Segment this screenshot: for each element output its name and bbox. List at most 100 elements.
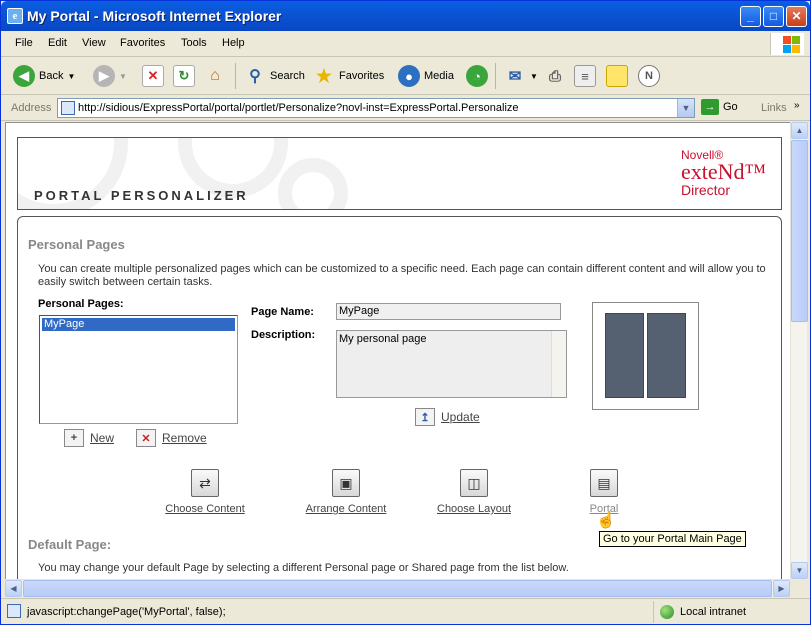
default-page-description: You may change your default Page by sele… bbox=[38, 562, 569, 574]
menu-edit[interactable]: Edit bbox=[48, 37, 67, 49]
favorites-button[interactable]: ★ Favorites bbox=[313, 62, 384, 90]
zone-label: Local intranet bbox=[680, 606, 747, 618]
description-label: Description: bbox=[251, 329, 316, 341]
page-name-input[interactable]: MyPage bbox=[336, 303, 561, 320]
windows-logo-icon bbox=[770, 33, 804, 55]
back-button[interactable]: ◀ Back ▼ bbox=[13, 62, 75, 90]
page-name-label: Page Name: bbox=[251, 306, 314, 318]
chevron-right-icon[interactable]: » bbox=[794, 100, 800, 111]
mail-icon: ✉ bbox=[508, 68, 522, 85]
print-icon: ⎙ bbox=[548, 67, 561, 85]
textarea-scrollbar[interactable] bbox=[551, 331, 566, 397]
print-button[interactable]: ⎙ bbox=[544, 62, 566, 90]
address-bar: Address http://sidious/ExpressPortal/por… bbox=[1, 95, 810, 121]
close-button[interactable]: ✕ bbox=[786, 6, 807, 27]
section-heading-default-page: Default Page: bbox=[28, 537, 112, 552]
page-icon bbox=[7, 604, 21, 618]
description-text: My personal page bbox=[339, 333, 427, 345]
new-button[interactable]: + New bbox=[64, 429, 114, 447]
page-icon bbox=[61, 101, 75, 115]
favorites-label: Favorites bbox=[339, 70, 385, 82]
choose-content-icon: ⇄ bbox=[191, 469, 219, 497]
choose-layout-label: Choose Layout bbox=[437, 503, 511, 515]
scroll-corner bbox=[790, 579, 807, 596]
choose-layout-icon: ◫ bbox=[460, 469, 488, 497]
page-content: PORTAL PERSONALIZER Novell® exteNd™ Dire… bbox=[5, 122, 790, 579]
gear-decoration bbox=[278, 158, 348, 209]
portal-banner: PORTAL PERSONALIZER Novell® exteNd™ Dire… bbox=[17, 137, 782, 210]
remove-label: Remove bbox=[162, 431, 207, 445]
description-textarea[interactable]: My personal page bbox=[336, 330, 567, 398]
media-label: Media bbox=[424, 70, 454, 82]
back-arrow-icon: ◀ bbox=[13, 65, 35, 87]
choose-content-label: Choose Content bbox=[165, 503, 245, 515]
menu-help[interactable]: Help bbox=[222, 37, 245, 49]
tooltip: Go to your Portal Main Page bbox=[599, 531, 746, 547]
address-label: Address bbox=[11, 102, 52, 114]
personalizer-panel: Personal Pages You can create multiple p… bbox=[17, 216, 782, 579]
horizontal-scrollbar[interactable]: ◀ ▶ bbox=[5, 579, 790, 597]
history-icon: ◔ bbox=[466, 65, 488, 87]
layout-column bbox=[647, 313, 686, 398]
search-button[interactable]: ⚲ Search bbox=[244, 62, 305, 90]
chevron-down-icon: ▼ bbox=[67, 71, 76, 81]
remove-icon: ✕ bbox=[136, 429, 156, 447]
refresh-button[interactable]: ↻ bbox=[173, 62, 195, 90]
messenger-button[interactable]: N bbox=[638, 62, 660, 90]
go-arrow-icon: → bbox=[701, 99, 719, 115]
personal-pages-list[interactable]: MyPage bbox=[39, 315, 238, 424]
home-icon: ⌂ bbox=[210, 67, 220, 84]
hand-cursor-icon: ☝ bbox=[596, 512, 616, 529]
menu-view[interactable]: View bbox=[82, 37, 106, 49]
refresh-icon: ↻ bbox=[173, 65, 195, 87]
portal-link[interactable]: ▤ Portal bbox=[584, 469, 624, 515]
media-icon: ● bbox=[398, 65, 420, 87]
address-url: http://sidious/ExpressPortal/portal/port… bbox=[78, 102, 519, 114]
scroll-down-icon[interactable]: ▼ bbox=[791, 562, 808, 579]
mail-button[interactable]: ✉ ▼ bbox=[504, 62, 538, 90]
section-heading-personal-pages: Personal Pages bbox=[28, 237, 125, 252]
ie-icon: e bbox=[7, 8, 23, 24]
novell-logo: Novell® exteNd™ Director bbox=[681, 148, 767, 198]
remove-button[interactable]: ✕ Remove bbox=[136, 429, 207, 447]
menu-favorites[interactable]: Favorites bbox=[120, 37, 165, 49]
scroll-right-icon[interactable]: ▶ bbox=[773, 580, 790, 597]
go-button[interactable]: → Go bbox=[701, 99, 738, 115]
edit-button[interactable]: ≡ bbox=[574, 62, 596, 90]
title-bar: e My Portal - Microsoft Internet Explore… bbox=[1, 1, 810, 31]
stop-button[interactable]: ✕ bbox=[142, 62, 164, 90]
scroll-up-icon[interactable]: ▲ bbox=[791, 122, 808, 139]
menu-tools[interactable]: Tools bbox=[181, 37, 207, 49]
arrange-content-link[interactable]: ▣ Arrange Content bbox=[296, 469, 396, 515]
links-button[interactable]: Links bbox=[761, 102, 787, 114]
minimize-button[interactable]: _ bbox=[740, 6, 761, 27]
vertical-scrollbar[interactable]: ▲ ▼ bbox=[790, 122, 808, 579]
address-input[interactable]: http://sidious/ExpressPortal/portal/port… bbox=[57, 98, 695, 118]
update-icon: ↥ bbox=[415, 408, 435, 426]
discuss-button[interactable] bbox=[606, 62, 628, 90]
list-label: Personal Pages: bbox=[38, 298, 124, 310]
scroll-left-icon[interactable]: ◀ bbox=[5, 580, 22, 597]
status-text: javascript:changePage('MyPortal', false)… bbox=[27, 606, 226, 618]
maximize-button[interactable]: □ bbox=[763, 6, 784, 27]
home-button[interactable]: ⌂ bbox=[204, 62, 226, 90]
media-button[interactable]: ● Media bbox=[398, 62, 454, 90]
history-button[interactable]: ◔ bbox=[466, 62, 488, 90]
page-title: PORTAL PERSONALIZER bbox=[34, 188, 249, 203]
go-label: Go bbox=[723, 101, 738, 113]
stop-icon: ✕ bbox=[142, 65, 164, 87]
arrange-content-icon: ▣ bbox=[332, 469, 360, 497]
list-item[interactable]: MyPage bbox=[42, 318, 235, 331]
scrollbar-thumb[interactable] bbox=[23, 580, 772, 597]
section-description: You can create multiple personalized pag… bbox=[38, 263, 766, 288]
menu-file[interactable]: File bbox=[15, 37, 33, 49]
chevron-down-icon: ▼ bbox=[530, 71, 538, 81]
chevron-down-icon[interactable]: ▼ bbox=[677, 99, 694, 117]
toolbar: ◀ Back ▼ ▶ ▼ ✕ ↻ ⌂ ⚲ Search ★ Favorites … bbox=[1, 57, 810, 95]
choose-content-link[interactable]: ⇄ Choose Content bbox=[158, 469, 252, 515]
new-label: New bbox=[90, 431, 115, 445]
forward-button[interactable]: ▶ ▼ bbox=[93, 62, 127, 90]
choose-layout-link[interactable]: ◫ Choose Layout bbox=[430, 469, 518, 515]
scrollbar-thumb[interactable] bbox=[791, 140, 808, 322]
update-button[interactable]: ↥ Update bbox=[415, 408, 480, 426]
